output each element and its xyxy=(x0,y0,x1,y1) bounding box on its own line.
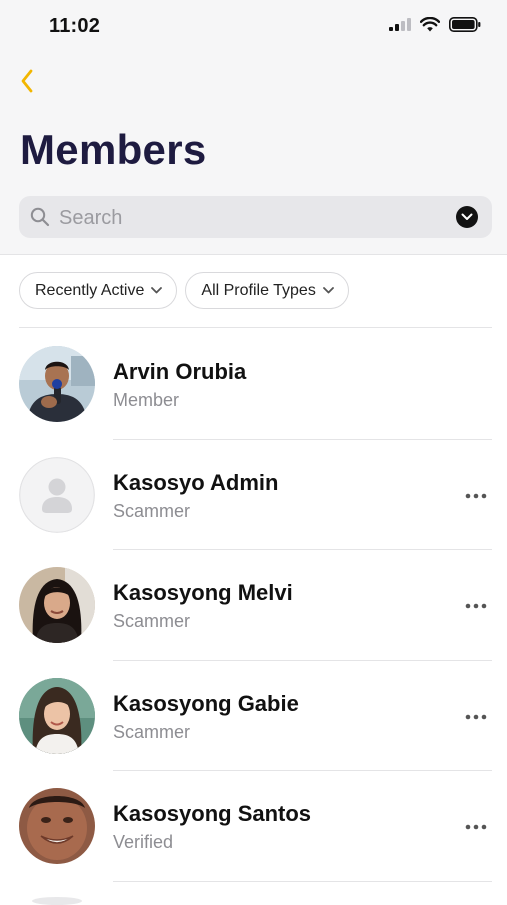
status-icons xyxy=(389,17,481,32)
more-options-button[interactable] xyxy=(460,596,492,616)
member-row[interactable]: Kasosyong Santos Verified xyxy=(0,771,507,882)
chevron-down-icon xyxy=(151,287,163,294)
avatar[interactable] xyxy=(19,567,95,643)
avatar[interactable] xyxy=(19,456,95,533)
search-bar[interactable] xyxy=(19,196,492,238)
filter-label: Recently Active xyxy=(35,281,145,299)
status-bar: 11:02 xyxy=(0,0,507,52)
row-divider xyxy=(113,880,492,882)
more-options-button[interactable] xyxy=(460,817,492,837)
member-type: Scammer xyxy=(113,500,191,521)
status-time: 11:02 xyxy=(49,15,101,37)
member-name: Arvin Orubia xyxy=(113,359,247,384)
more-horizontal-icon xyxy=(465,603,487,609)
member-type: Member xyxy=(113,390,180,410)
filter-recently-active[interactable]: Recently Active xyxy=(19,272,178,309)
more-options-button[interactable] xyxy=(460,707,492,727)
more-horizontal-icon xyxy=(465,493,487,498)
filter-row: Recently Active All Profile Types xyxy=(19,272,349,309)
chevron-left-icon xyxy=(21,69,33,93)
member-name: Kasosyo Admin xyxy=(113,469,279,495)
member-row[interactable]: Arvin Orubia Member xyxy=(0,329,507,440)
member-name: Kasosyong Santos xyxy=(113,801,312,826)
back-button[interactable] xyxy=(14,66,40,96)
divider xyxy=(19,327,492,328)
search-input[interactable] xyxy=(57,200,441,236)
header-area: 11:02 Members xyxy=(0,0,507,255)
cellular-signal-icon xyxy=(389,18,411,31)
member-type: Scammer xyxy=(113,721,191,742)
avatar[interactable] xyxy=(19,346,95,422)
more-options-button[interactable] xyxy=(460,486,492,506)
more-horizontal-icon xyxy=(465,824,487,830)
member-list: Arvin Orubia Member Kasosyo Admin Scamme… xyxy=(0,329,507,882)
chevron-down-icon xyxy=(322,287,334,294)
member-name: Kasosyong Gabie xyxy=(113,690,299,716)
avatar[interactable] xyxy=(19,788,95,864)
member-type: Scammer xyxy=(113,611,191,631)
avatar[interactable] xyxy=(19,677,95,754)
search-icon xyxy=(30,207,50,227)
battery-icon xyxy=(449,17,481,32)
filter-label: All Profile Types xyxy=(201,281,316,299)
chevron-down-icon xyxy=(461,213,473,220)
next-avatar-peek xyxy=(32,897,82,905)
filter-profile-types[interactable]: All Profile Types xyxy=(185,272,349,309)
member-row[interactable]: Kasosyong Melvi Scammer xyxy=(0,550,507,661)
wifi-icon xyxy=(420,17,440,32)
member-type: Verified xyxy=(113,832,174,852)
more-horizontal-icon xyxy=(465,714,487,719)
search-filter-toggle[interactable] xyxy=(456,206,478,228)
page-title: Members xyxy=(20,126,207,173)
member-row[interactable]: Kasosyo Admin Scammer xyxy=(0,440,507,550)
member-name: Kasosyong Melvi xyxy=(113,580,293,605)
member-row[interactable]: Kasosyong Gabie Scammer xyxy=(0,661,507,771)
